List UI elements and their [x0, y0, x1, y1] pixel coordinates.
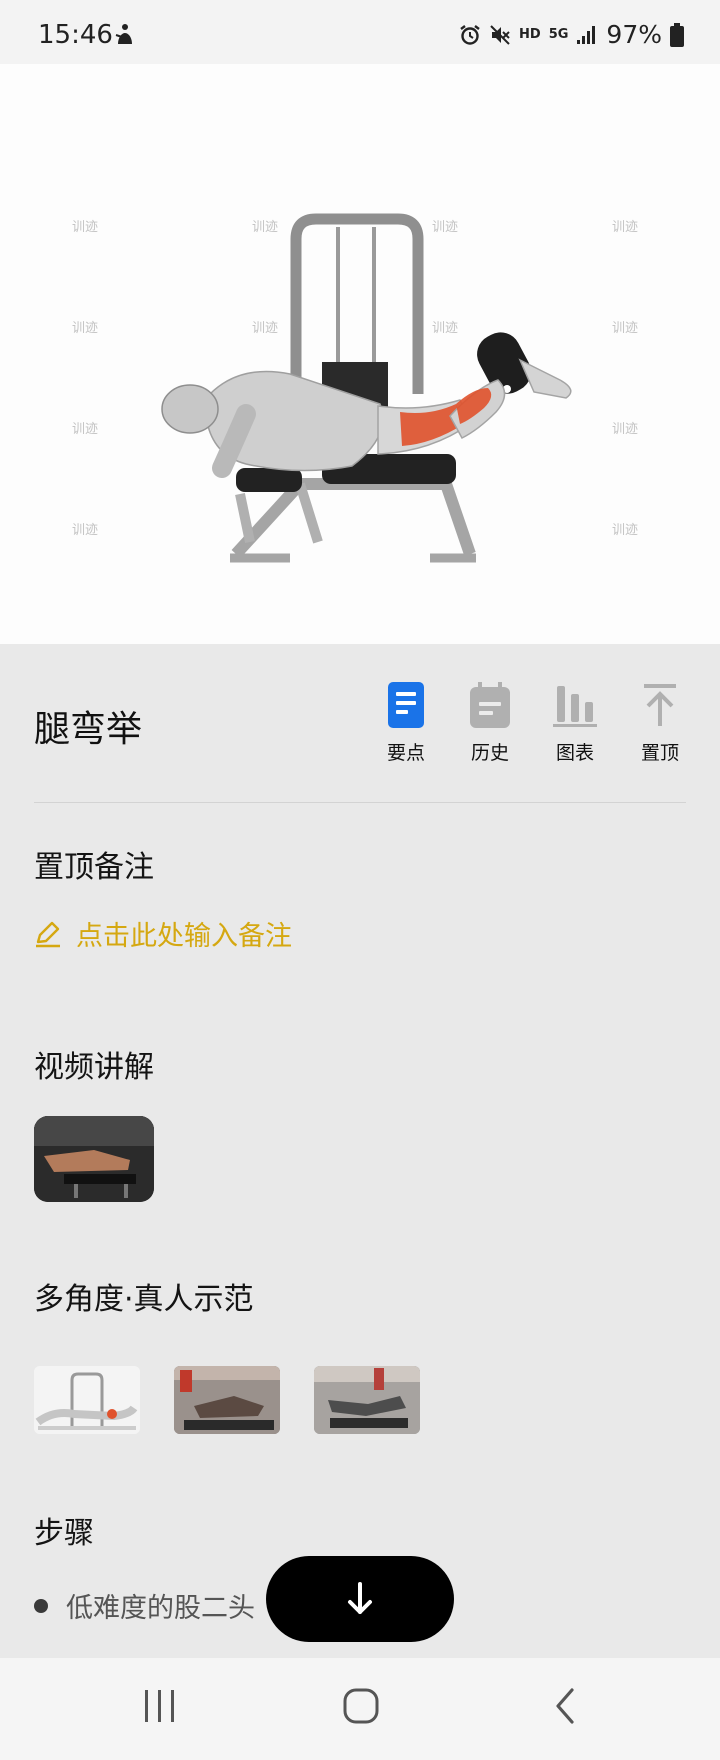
tab-pin-top[interactable]: 置顶: [620, 682, 700, 765]
bar-chart-icon: [553, 686, 597, 727]
status-bar: 15:46 HD 5G 97%: [0, 0, 720, 64]
tab-chart[interactable]: 图表: [535, 682, 615, 765]
bullet: [34, 1598, 48, 1613]
step-text: 低难度的股二头: [66, 1593, 255, 1624]
video-heading: 视频讲解: [34, 1050, 154, 1085]
tab-key-points[interactable]: 要点: [366, 682, 446, 765]
demo-thumbnail-image: [34, 1366, 140, 1434]
tab-label: 图表: [555, 742, 594, 764]
video-thumbnail[interactable]: [34, 1116, 154, 1202]
video-thumbnail-image: [34, 1116, 154, 1202]
pinned-note-heading: 置顶备注: [34, 850, 154, 885]
step-item: 低难度的股二头: [34, 1586, 255, 1625]
battery-level: 97%: [606, 20, 662, 49]
demos-heading: 多角度·真人示范: [34, 1282, 254, 1317]
exercise-illustration: 训迹 训迹 训迹 训迹 训迹 训迹 训迹 训迹 训迹 训迹 训迹 训迹: [0, 64, 720, 644]
tab-label: 要点: [386, 742, 425, 764]
system-nav-bar: [0, 1658, 720, 1760]
home-icon[interactable]: [342, 1688, 380, 1724]
exercise-title: 腿弯举: [34, 709, 143, 750]
demo-thumbnail-photo[interactable]: [314, 1366, 420, 1434]
demo-thumbnail-image: [314, 1366, 420, 1434]
demo-thumbnail-image: [174, 1366, 280, 1434]
accessibility-icon: [115, 24, 132, 44]
leg-curl-machine-figure: [161, 213, 572, 563]
scroll-down-button[interactable]: [266, 1556, 454, 1642]
status-time: 15:46: [38, 20, 113, 50]
network-5g: 5G: [548, 27, 569, 42]
tab-history[interactable]: 历史: [450, 682, 530, 765]
steps-heading: 步骤: [34, 1516, 94, 1551]
calendar-icon: [470, 682, 510, 728]
demo-thumbnail-illustration[interactable]: [34, 1366, 140, 1434]
demo-thumbnail-photo[interactable]: [174, 1366, 280, 1434]
divider: [34, 802, 686, 803]
arrow-down-icon: [348, 1582, 372, 1614]
signal-icon: [577, 25, 596, 44]
recent-apps-icon[interactable]: [140, 1688, 180, 1724]
pencil-icon: [36, 921, 60, 947]
note-placeholder: 点击此处输入备注: [76, 921, 292, 952]
alarm-icon: [460, 24, 480, 45]
network-hd: HD: [519, 27, 541, 42]
note-input-link[interactable]: 点击此处输入备注: [34, 914, 292, 953]
back-icon[interactable]: [552, 1688, 578, 1724]
key-points-icon: [388, 682, 424, 728]
battery-icon: [670, 22, 684, 47]
status-icons: HD 5G 97%: [459, 20, 684, 49]
mute-icon: [490, 24, 510, 45]
pin-to-top-icon: [644, 684, 676, 726]
tab-label: 历史: [470, 742, 509, 764]
tab-label: 置顶: [640, 742, 679, 764]
